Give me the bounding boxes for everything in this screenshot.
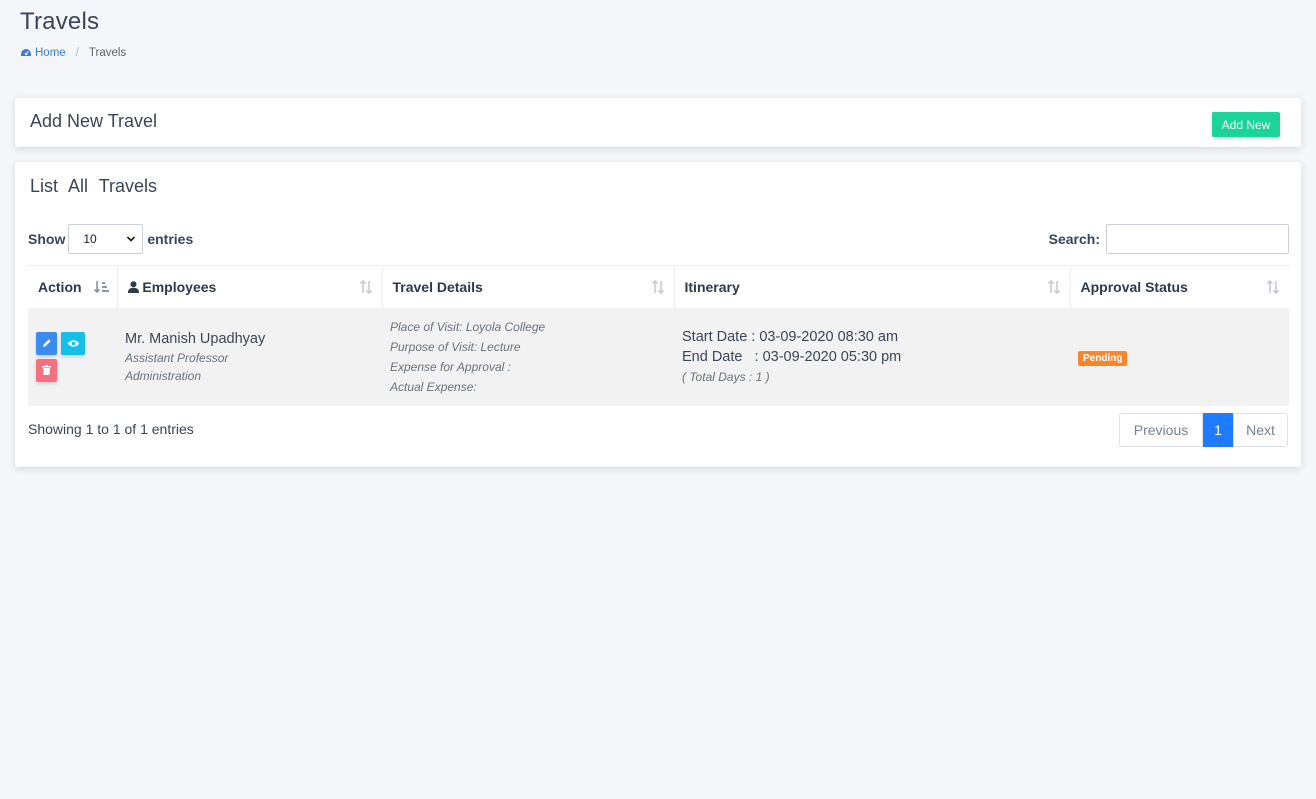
- view-button[interactable]: [61, 331, 85, 355]
- user-icon: [127, 280, 139, 293]
- entries-select[interactable]: 10: [68, 224, 144, 254]
- column-header-employees[interactable]: Employees: [117, 265, 383, 308]
- expense-for-approval: Expense for Approval :: [390, 359, 511, 374]
- pagination: Previous 1 Next: [1119, 413, 1288, 447]
- dashboard-icon: [21, 49, 31, 56]
- purpose-of-visit: Purpose of Visit: Lecture: [390, 339, 521, 354]
- travels-table: Action Employees Travel Details Itinerar…: [28, 265, 1289, 406]
- search-input[interactable]: [1106, 224, 1289, 254]
- table-row: Mr. Manish Upadhyay Assistant Professor …: [28, 307, 1289, 406]
- employee-designation: Assistant Professor: [125, 350, 229, 365]
- total-days: ( Total Days : 1 ): [682, 369, 770, 384]
- column-header-label: Action: [38, 278, 82, 295]
- column-header-travel-details[interactable]: Travel Details: [382, 265, 675, 308]
- breadcrumb-home-link[interactable]: Home: [20, 47, 66, 59]
- add-travel-card: Add New Travel Add New: [15, 98, 1301, 147]
- column-header-approval-status[interactable]: Approval Status: [1070, 265, 1289, 308]
- travel-details-cell: Place of Visit: Loyola College Purpose o…: [382, 307, 674, 406]
- add-new-button[interactable]: Add New: [1212, 112, 1280, 137]
- column-header-label: Itinerary: [684, 278, 740, 295]
- chevron-down-icon: [127, 236, 136, 242]
- employee-cell: Mr. Manish Upadhyay Assistant Professor …: [117, 307, 382, 406]
- sort-icon: [1047, 279, 1060, 295]
- table-header-row: Action Employees Travel Details Itinerar…: [28, 265, 1289, 308]
- trash-icon: [42, 365, 51, 375]
- pencil-icon: [42, 339, 51, 347]
- start-date: Start Date : 03-09-2020 08:30 am: [682, 328, 899, 345]
- column-header-itinerary[interactable]: Itinerary: [674, 265, 1071, 308]
- column-header-label: Approval Status: [1080, 278, 1188, 295]
- row-actions: [36, 331, 86, 382]
- table-info: Showing 1 to 1 of 1 entries: [28, 421, 194, 437]
- breadcrumb: Home / Travels: [20, 47, 126, 59]
- entries-length-control: Show 10 entries: [28, 224, 193, 254]
- sort-icon: [359, 279, 372, 295]
- place-of-visit: Place of Visit: Loyola College: [390, 319, 546, 334]
- column-header-action[interactable]: Action: [28, 265, 118, 308]
- sort-icon: [1266, 279, 1280, 295]
- itinerary-cell: Start Date : 03-09-2020 08:30 am End Dat…: [674, 307, 1070, 406]
- show-label: Show: [28, 231, 66, 247]
- column-header-label: Employees: [142, 278, 217, 295]
- breadcrumb-separator: /: [75, 47, 79, 59]
- entries-select-value: 10: [83, 232, 97, 246]
- previous-page-button[interactable]: Previous: [1119, 413, 1203, 447]
- breadcrumb-current: Travels: [88, 47, 127, 59]
- employee-name: Mr. Manish Upadhyay: [125, 330, 266, 347]
- action-cell: [28, 307, 117, 406]
- status-badge: Pending: [1078, 350, 1128, 366]
- eye-icon: [67, 339, 79, 347]
- actual-expense: Actual Expense:: [390, 379, 477, 394]
- employee-department: Administration: [125, 368, 202, 383]
- search-label: Search:: [1048, 231, 1100, 247]
- sort-ascending-icon: [93, 281, 109, 294]
- next-page-button[interactable]: Next: [1233, 413, 1288, 447]
- search-control: Search:: [1049, 224, 1289, 254]
- entries-label: entries: [147, 231, 194, 247]
- approval-status-cell: Pending: [1070, 307, 1289, 406]
- add-travel-title: Add New Travel: [30, 111, 158, 131]
- sort-icon: [651, 279, 664, 295]
- edit-button[interactable]: [36, 331, 57, 355]
- list-travels-title: List All Travels: [30, 176, 158, 196]
- page-1-button[interactable]: 1: [1203, 413, 1233, 447]
- list-travels-card: List All Travels Show 10 entries Search:…: [15, 162, 1301, 467]
- column-header-label: Travel Details: [392, 278, 483, 295]
- delete-button[interactable]: [36, 358, 57, 382]
- end-date: End Date : 03-09-2020 05:30 pm: [682, 348, 902, 365]
- breadcrumb-home-label: Home: [35, 47, 66, 59]
- page-header: Travels: [20, 8, 99, 36]
- page-title: Travels: [20, 8, 100, 35]
